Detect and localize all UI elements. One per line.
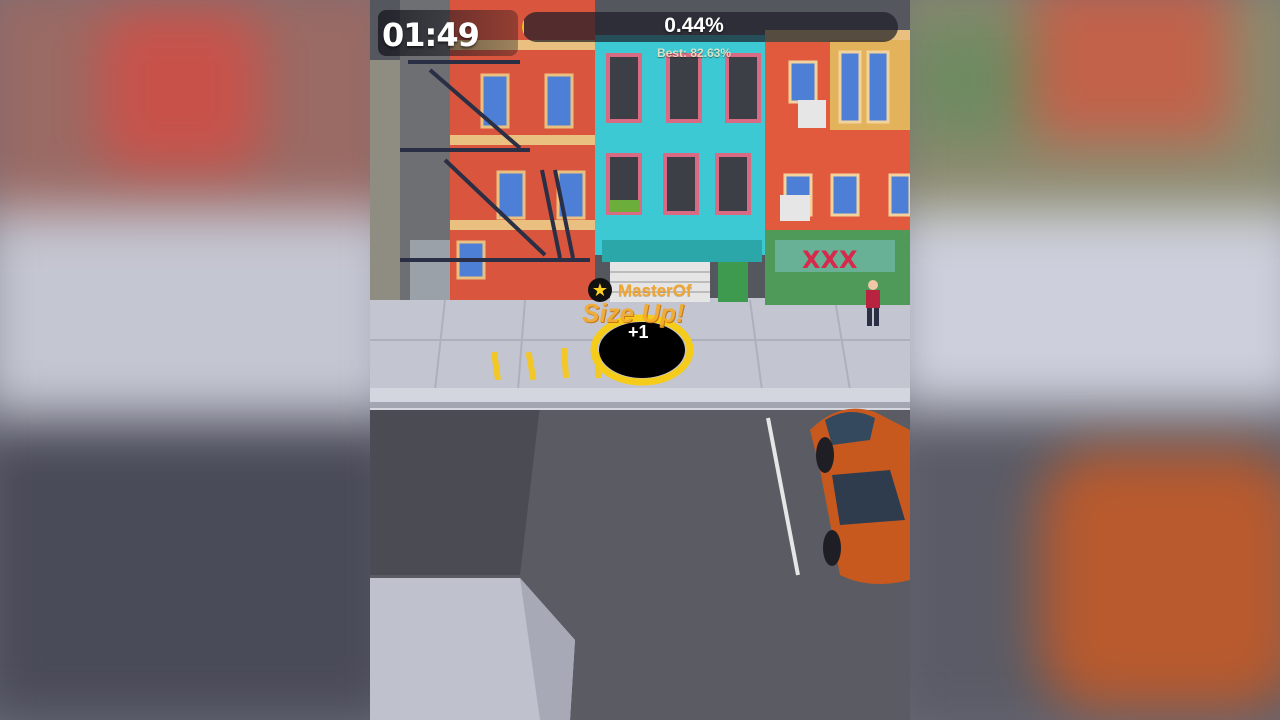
blurred-left-panel xyxy=(0,0,370,720)
shop-door xyxy=(718,262,748,302)
progress-fill xyxy=(522,12,524,42)
blurred-right-panel xyxy=(910,0,1280,720)
timer-text: 01:49 xyxy=(382,16,480,54)
building-gray xyxy=(370,60,400,300)
game-viewport[interactable]: XXX 01:49 0.44% Best: 82.63% ★ MasterOf … xyxy=(370,0,910,720)
ac-unit xyxy=(780,195,810,221)
progress-percent: 0.44% xyxy=(664,14,724,37)
building-shadow xyxy=(370,405,540,575)
game-scene: XXX xyxy=(370,0,910,720)
score-popup: +1 xyxy=(628,322,649,342)
ac-unit-2 xyxy=(798,100,826,128)
shop-sign-decor: XXX xyxy=(802,246,858,274)
best-score: Best: 82.63% xyxy=(656,46,732,60)
timer-panel: 01:49 xyxy=(378,10,518,56)
